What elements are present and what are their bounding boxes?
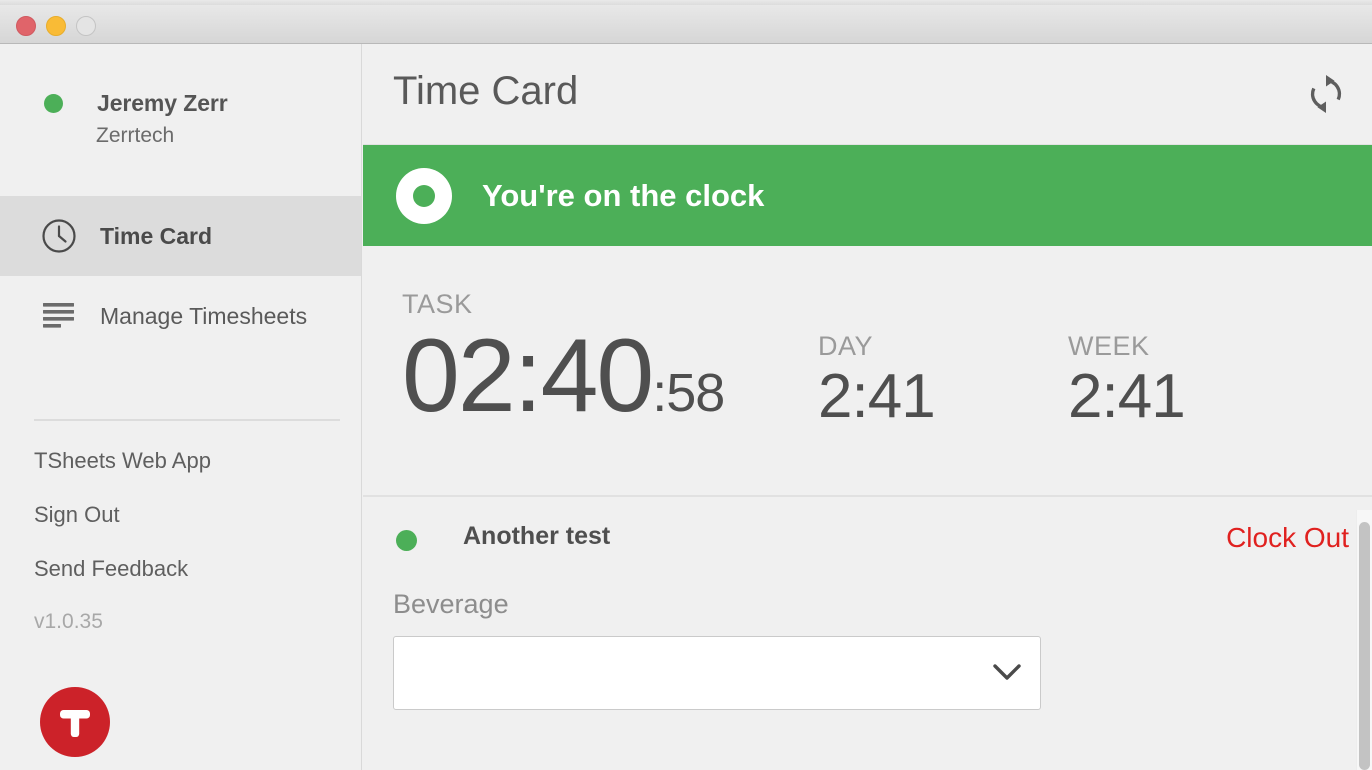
on-the-clock-ring-inner bbox=[413, 184, 435, 207]
timer-day-main: 2:41 bbox=[818, 362, 936, 431]
status-banner: You're on the clock bbox=[363, 145, 1372, 246]
page-title: Time Card bbox=[393, 69, 579, 113]
sidebar-nav: Time Card Manage Timesheets bbox=[0, 196, 361, 356]
field-beverage-label: Beverage bbox=[393, 589, 509, 619]
status-banner-text: You're on the clock bbox=[482, 177, 765, 213]
link-send-feedback[interactable]: Send Feedback bbox=[34, 556, 354, 582]
zoom-window-button[interactable] bbox=[76, 16, 96, 36]
sidebar-item-time-card[interactable]: Time Card bbox=[0, 196, 361, 276]
sidebar-item-manage-timesheets[interactable]: Manage Timesheets bbox=[0, 276, 361, 356]
sidebar-item-label: Time Card bbox=[100, 222, 213, 249]
timer-task-value: 02:40:58 bbox=[402, 324, 725, 428]
timer-task: TASK 02:40:58 bbox=[402, 289, 725, 429]
close-window-button[interactable] bbox=[16, 16, 36, 36]
window-titlebar bbox=[0, 5, 1372, 44]
entry-status-dot-icon bbox=[396, 530, 417, 551]
traffic-light-buttons bbox=[16, 16, 96, 36]
link-tsheets-web-app[interactable]: TSheets Web App bbox=[34, 448, 354, 474]
entry-job-name: Another test bbox=[463, 522, 611, 550]
sidebar: Jeremy Zerr Zerrtech Time Card Manage Ti… bbox=[0, 44, 362, 770]
chevron-down-icon bbox=[991, 661, 1023, 688]
main-content: Time Card You're on the clock TASK 02:40… bbox=[363, 44, 1372, 770]
content-scrollbar-thumb[interactable] bbox=[1359, 522, 1370, 770]
timer-day-value: 2:41 bbox=[818, 366, 936, 428]
minimize-window-button[interactable] bbox=[46, 16, 66, 36]
timer-day-label: DAY bbox=[818, 331, 874, 361]
timer-week-value: 2:41 bbox=[1068, 366, 1186, 428]
beverage-select[interactable] bbox=[393, 636, 1041, 710]
field-beverage: Beverage bbox=[363, 591, 1372, 710]
timer-week-label: WEEK bbox=[1068, 331, 1150, 361]
timer-task-main: 02:40 bbox=[402, 318, 654, 434]
timer-task-label: TASK bbox=[402, 289, 473, 319]
app-version: v1.0.35 bbox=[34, 610, 103, 633]
user-company: Zerrtech bbox=[96, 124, 175, 147]
sidebar-divider bbox=[34, 419, 340, 421]
clock-out-button[interactable]: Clock Out bbox=[1226, 522, 1349, 554]
user-profile: Jeremy Zerr Zerrtech bbox=[0, 90, 361, 148]
timers-section: TASK 02:40:58 DAY 2:41 WEEK 2:41 bbox=[363, 246, 1372, 497]
tsheets-logo-icon bbox=[40, 687, 110, 757]
refresh-button[interactable] bbox=[1298, 66, 1354, 122]
on-the-clock-ring-icon bbox=[396, 167, 452, 224]
sidebar-links: TSheets Web App Sign Out Send Feedback v… bbox=[34, 448, 354, 634]
user-status-dot-icon bbox=[44, 94, 63, 113]
clock-icon bbox=[40, 217, 78, 255]
list-lines-icon bbox=[40, 297, 78, 335]
time-entry-section: Another test Clock Out Beverage bbox=[363, 497, 1372, 710]
sidebar-item-label: Manage Timesheets bbox=[100, 302, 308, 329]
user-name: Jeremy Zerr bbox=[97, 90, 228, 116]
app-window: Jeremy Zerr Zerrtech Time Card Manage Ti… bbox=[0, 0, 1372, 770]
time-entry-header-row: Another test Clock Out bbox=[363, 497, 1372, 579]
timer-task-seconds: :58 bbox=[652, 363, 725, 423]
content-header: Time Card bbox=[363, 44, 1372, 145]
refresh-icon bbox=[1310, 75, 1342, 113]
user-profile-row: Jeremy Zerr bbox=[0, 90, 361, 117]
link-sign-out[interactable]: Sign Out bbox=[34, 502, 354, 528]
timer-week: WEEK 2:41 bbox=[1068, 331, 1186, 428]
timer-week-main: 2:41 bbox=[1068, 362, 1186, 431]
timer-day: DAY 2:41 bbox=[818, 331, 936, 428]
